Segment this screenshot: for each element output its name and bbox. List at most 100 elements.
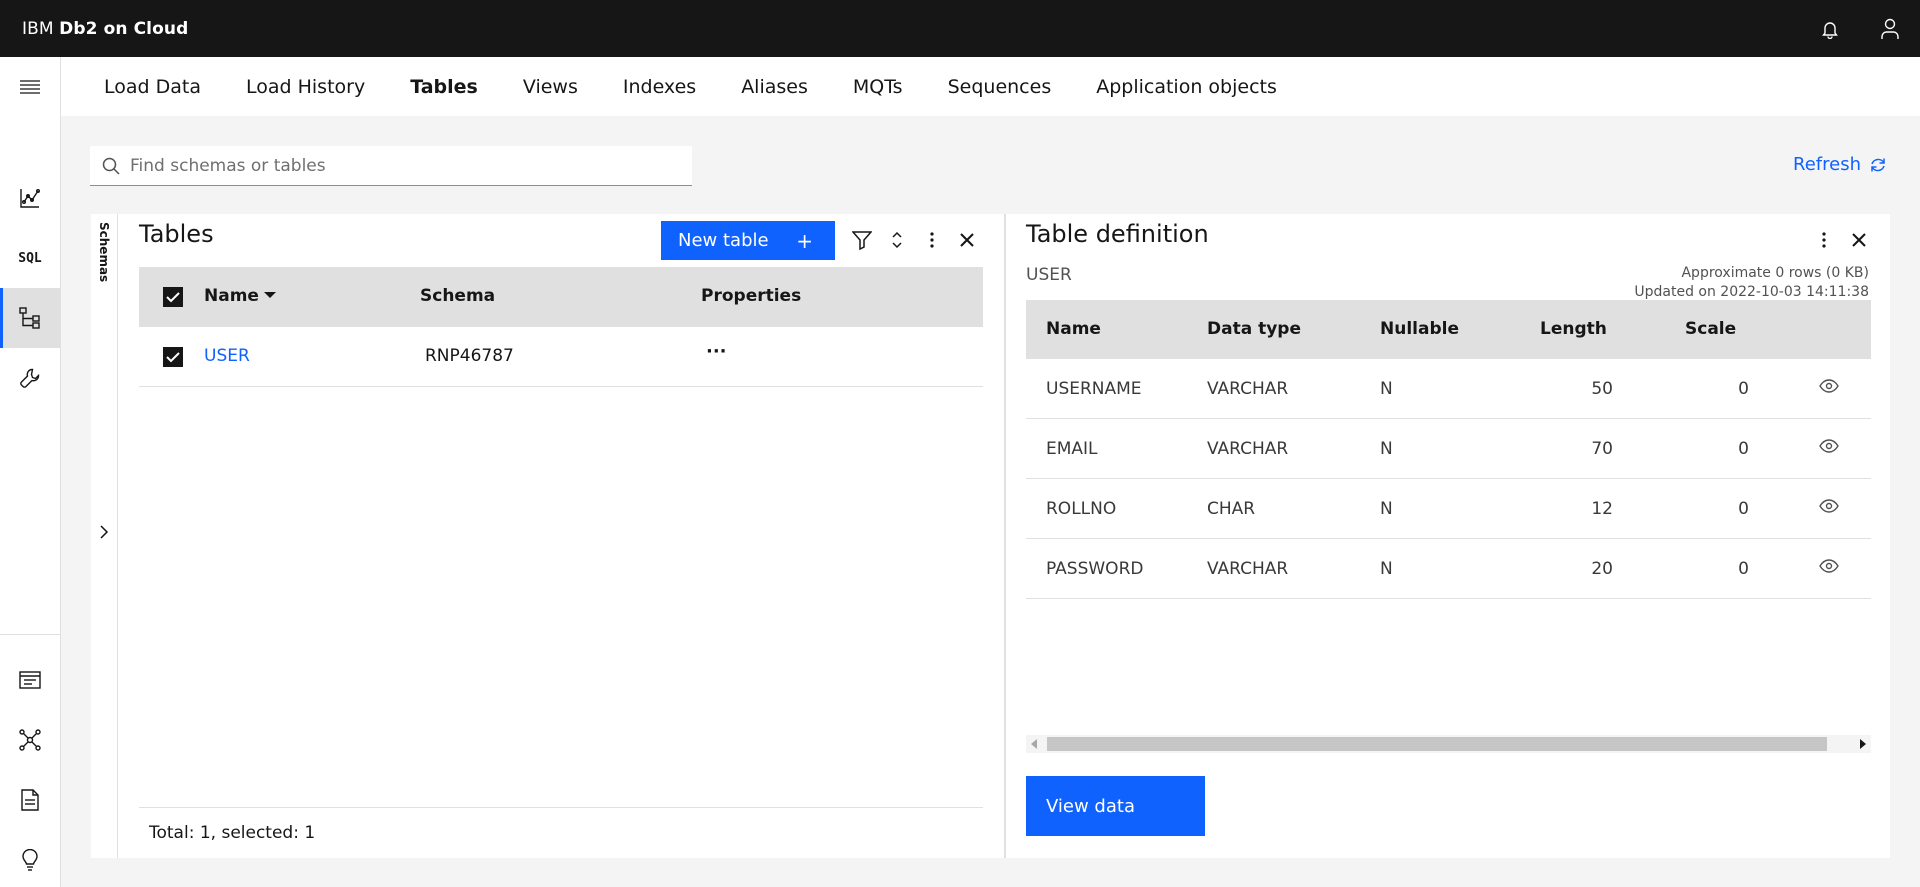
tab-tables[interactable]: Tables — [410, 76, 478, 98]
scrollbar-thumb[interactable] — [1047, 737, 1827, 751]
notification-button[interactable] — [1800, 0, 1860, 57]
view-data-button[interactable]: View data — [1026, 776, 1205, 836]
scale-cell: 0 — [1738, 379, 1749, 399]
column-header-properties[interactable]: Properties — [701, 286, 801, 306]
data-type-cell: VARCHAR — [1207, 379, 1289, 399]
length-cell: 70 — [1591, 439, 1613, 459]
table-row: EMAIL VARCHAR N 70 0 — [1026, 419, 1871, 479]
tables-panel: Schemas Tables New table + Name Schema P… — [91, 214, 1004, 858]
rail-item-data[interactable] — [0, 288, 60, 348]
user-profile-button[interactable] — [1860, 0, 1920, 57]
hamburger-menu-icon — [20, 80, 40, 94]
close-icon — [960, 233, 974, 247]
eye-icon[interactable] — [1819, 499, 1839, 513]
rail-item-documentation[interactable] — [0, 770, 60, 830]
sql-icon: SQL — [18, 250, 42, 266]
data-type-cell: VARCHAR — [1207, 439, 1289, 459]
tab-indexes[interactable]: Indexes — [623, 76, 696, 98]
rail-item-monitor[interactable] — [0, 168, 60, 228]
search-input[interactable] — [130, 155, 670, 176]
brand-prefix: IBM — [22, 18, 60, 39]
column-header-nullable[interactable]: Nullable — [1380, 319, 1459, 339]
horizontal-scrollbar[interactable] — [1026, 735, 1871, 753]
tab-views[interactable]: Views — [523, 76, 578, 98]
rail-item-console[interactable] — [0, 650, 60, 710]
scroll-right-icon[interactable] — [1860, 739, 1866, 749]
table-name-link[interactable]: USER — [204, 346, 250, 366]
rail-item-sql[interactable]: SQL — [0, 228, 60, 288]
filter-button[interactable] — [847, 225, 877, 255]
top-header: IBM Db2 on Cloud — [0, 0, 1920, 57]
data-tabs: Load Data Load History Tables Views Inde… — [61, 57, 1920, 116]
length-cell: 20 — [1591, 559, 1613, 579]
new-table-label: New table — [678, 230, 769, 251]
user-icon — [1881, 18, 1899, 39]
brand-title[interactable]: IBM Db2 on Cloud — [22, 19, 188, 39]
table-row: ROLLNO CHAR N 12 0 — [1026, 479, 1871, 539]
column-header-length[interactable]: Length — [1540, 319, 1607, 339]
close-icon — [1852, 233, 1866, 247]
document-icon — [21, 789, 39, 811]
column-header-data-type[interactable]: Data type — [1207, 319, 1301, 339]
plus-icon: + — [796, 229, 813, 253]
row-count-info: Approximate 0 rows (0 KB) — [1681, 265, 1869, 281]
tables-table-header: Name Schema Properties — [139, 267, 983, 327]
scroll-left-icon[interactable] — [1031, 739, 1037, 749]
lightbulb-icon — [22, 849, 38, 871]
tree-view-icon — [19, 307, 40, 329]
checkmark-icon — [166, 292, 180, 303]
wrench-icon — [20, 368, 40, 388]
bell-icon — [1822, 21, 1838, 39]
selection-summary: Total: 1, selected: 1 — [149, 823, 316, 843]
eye-icon[interactable] — [1819, 439, 1839, 453]
data-type-cell: VARCHAR — [1207, 559, 1289, 579]
eye-icon[interactable] — [1819, 379, 1839, 393]
definition-overflow-menu-button[interactable] — [1809, 225, 1839, 255]
row-checkbox[interactable] — [163, 347, 183, 367]
table-schema-cell: RNP46787 — [425, 346, 514, 366]
tab-load-history[interactable]: Load History — [246, 76, 365, 98]
sort-icon — [892, 231, 902, 249]
tab-application-objects[interactable]: Application objects — [1096, 76, 1277, 98]
column-header-name[interactable]: Name — [1046, 319, 1101, 339]
column-name-label: Name — [204, 286, 259, 306]
tab-aliases[interactable]: Aliases — [741, 76, 808, 98]
line-chart-icon — [20, 189, 41, 208]
new-table-button[interactable]: New table + — [661, 221, 835, 260]
sort-down-icon — [263, 292, 276, 298]
tab-mqts[interactable]: MQTs — [853, 76, 903, 98]
column-header-name[interactable]: Name — [204, 286, 276, 306]
data-type-cell: CHAR — [1207, 499, 1256, 519]
sort-button[interactable] — [882, 225, 912, 255]
scale-cell: 0 — [1738, 559, 1749, 579]
tab-load-data[interactable]: Load Data — [104, 76, 201, 98]
eye-icon[interactable] — [1819, 559, 1839, 573]
schemas-label: Schemas — [97, 222, 111, 283]
terminal-window-icon — [19, 671, 41, 689]
rail-item-administration[interactable] — [0, 348, 60, 408]
close-definition-panel-button[interactable] — [1844, 225, 1874, 255]
definition-table-name: USER — [1026, 265, 1072, 285]
nullable-cell: N — [1380, 379, 1393, 399]
rail-item-connections[interactable] — [0, 710, 60, 770]
column-header-schema[interactable]: Schema — [420, 286, 495, 306]
rail-item-tips[interactable] — [0, 830, 60, 887]
scale-cell: 0 — [1738, 439, 1749, 459]
properties-menu-button[interactable]: ··· — [706, 341, 727, 362]
schemas-drawer[interactable]: Schemas — [91, 214, 118, 858]
brand-name: Db2 on Cloud — [59, 18, 189, 39]
column-name-cell: USERNAME — [1046, 379, 1142, 399]
overflow-menu-vertical-icon — [930, 232, 934, 248]
overflow-menu-button[interactable] — [917, 225, 947, 255]
table-row[interactable]: USER RNP46787 ··· — [139, 327, 983, 387]
refresh-button[interactable]: Refresh — [1793, 154, 1887, 175]
column-header-scale[interactable]: Scale — [1685, 319, 1736, 339]
menu-button[interactable] — [0, 57, 60, 117]
chevron-right-icon[interactable] — [98, 525, 110, 539]
tab-sequences[interactable]: Sequences — [948, 76, 1052, 98]
rail-divider — [0, 634, 60, 635]
close-tables-panel-button[interactable] — [952, 225, 982, 255]
refresh-label: Refresh — [1793, 154, 1861, 175]
select-all-checkbox[interactable] — [163, 287, 183, 307]
length-cell: 12 — [1591, 499, 1613, 519]
